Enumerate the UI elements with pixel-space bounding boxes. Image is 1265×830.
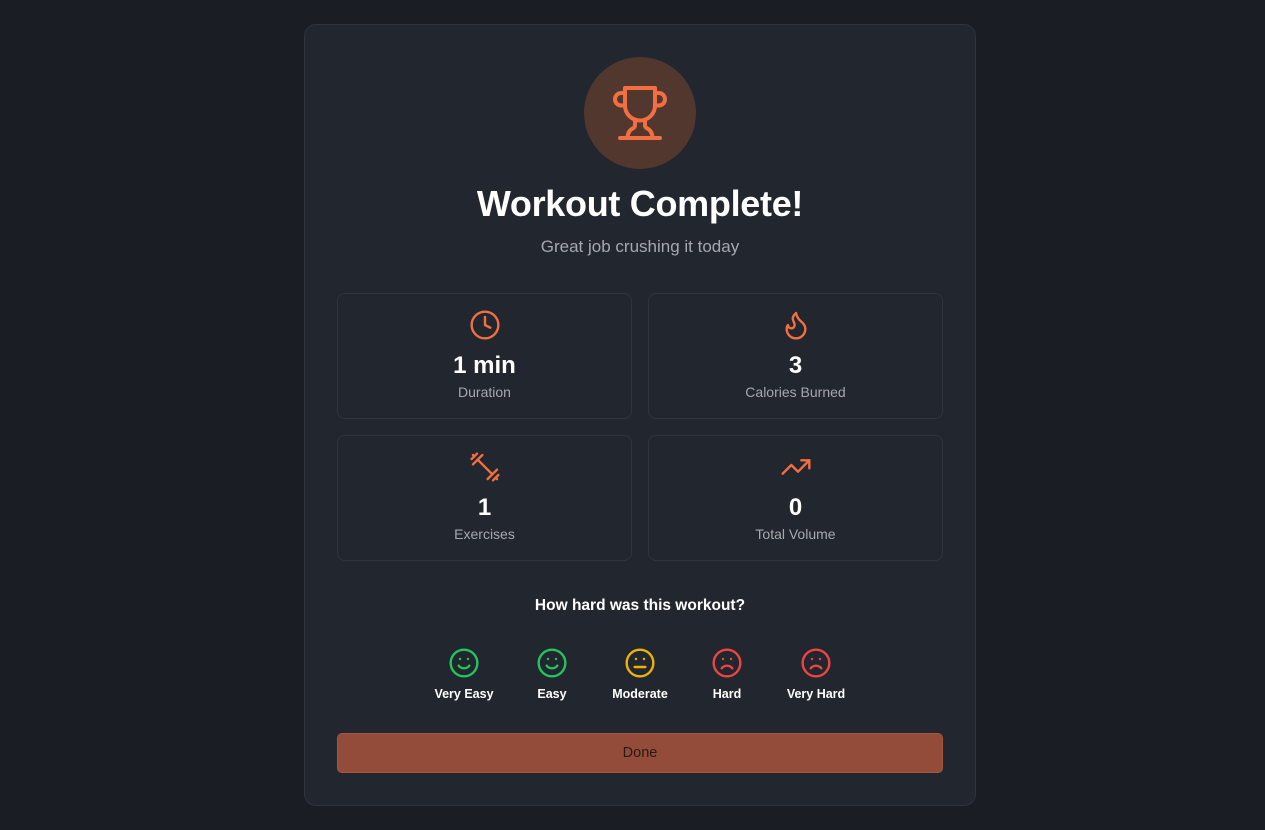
rating-label: Moderate: [612, 687, 668, 701]
difficulty-question: How hard was this workout?: [534, 597, 746, 614]
stat-value: 1: [477, 494, 492, 521]
stat-card-calories: 3 Calories Burned: [648, 293, 943, 419]
trophy-icon: [613, 86, 667, 140]
trophy-badge: [584, 57, 696, 169]
rating-label: Hard: [712, 687, 742, 701]
stat-label: Calories Burned: [745, 384, 846, 400]
dumbbell-icon: [469, 452, 500, 482]
rating-very-easy[interactable]: Very Easy: [419, 647, 509, 707]
smile-icon: [449, 648, 479, 678]
smile-icon: [537, 648, 567, 678]
stat-label: Total Volume: [755, 526, 836, 542]
stat-value: 0: [788, 494, 803, 521]
stat-card-total-volume: 0 Total Volume: [648, 435, 943, 561]
rating-label: Very Easy: [434, 687, 494, 701]
page-subtitle: Great job crushing it today: [540, 237, 740, 256]
flame-icon: [784, 311, 807, 340]
frown-icon: [712, 648, 742, 678]
clock-icon: [469, 310, 500, 340]
rating-very-hard[interactable]: Very Hard: [771, 647, 861, 707]
meh-icon: [625, 648, 655, 678]
done-button[interactable]: Done: [337, 733, 943, 773]
stat-value: 3: [788, 352, 803, 379]
workout-complete-card: Workout Complete! Great job crushing it …: [304, 24, 976, 806]
rating-label: Very Hard: [786, 687, 846, 701]
stat-card-exercises: 1 Exercises: [337, 435, 632, 561]
stat-label: Exercises: [454, 526, 515, 542]
stat-label: Duration: [458, 384, 511, 400]
rating-hard[interactable]: Hard: [682, 647, 772, 707]
rating-label: Easy: [537, 687, 567, 701]
stat-value: 1 min: [453, 352, 516, 379]
rating-easy[interactable]: Easy: [507, 647, 597, 707]
frown-icon: [801, 648, 831, 678]
rating-moderate[interactable]: Moderate: [595, 647, 685, 707]
trending-up-icon: [780, 459, 811, 475]
stat-card-duration: 1 min Duration: [337, 293, 632, 419]
page-title: Workout Complete!: [476, 183, 804, 224]
